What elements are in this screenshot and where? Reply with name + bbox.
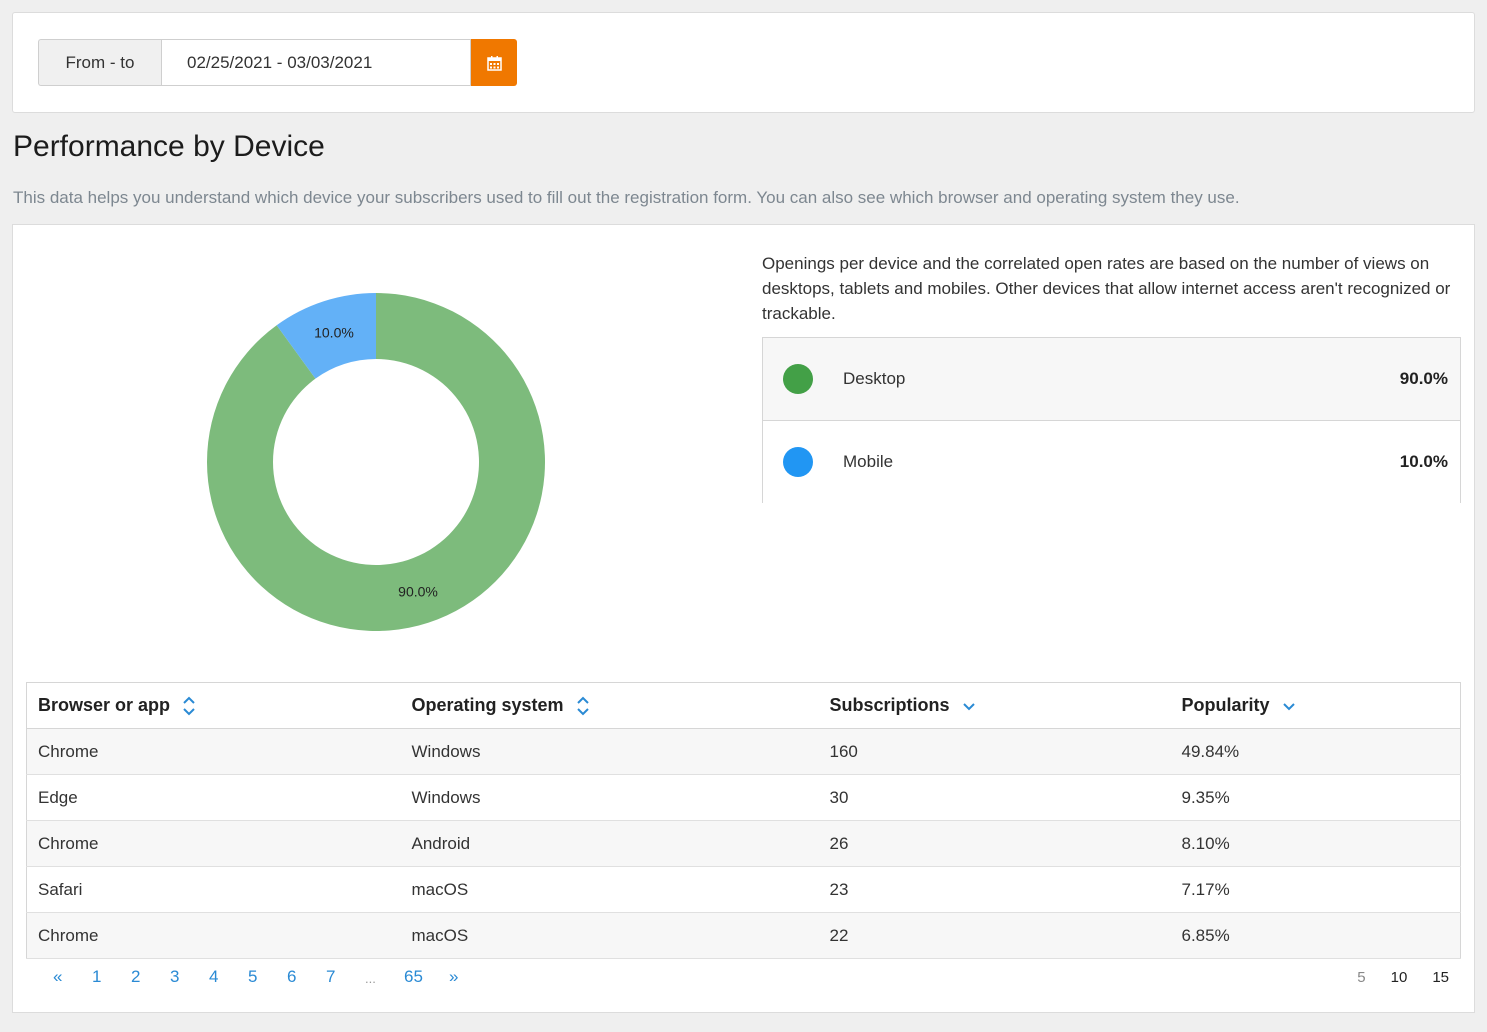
header-browser[interactable]: Browser or app [26,682,401,729]
page-description: This data helps you understand which dev… [13,188,1240,207]
page-link[interactable]: 1 [92,967,131,987]
table-row: Chrome Windows 160 49.84% [26,728,1461,775]
page-title: Performance by Device [13,130,325,163]
cell-popularity: 9.35% [1170,774,1461,821]
table-header-row: Browser or app Operating system Subscrip… [26,682,1461,729]
header-label: Subscriptions [829,695,950,715]
table-row: Edge Windows 30 9.35% [26,774,1461,821]
cell-browser: Safari [26,866,401,913]
sort-both-icon[interactable] [576,694,590,718]
header-subscriptions[interactable]: Subscriptions [818,682,1171,729]
sort-down-icon[interactable] [1282,699,1296,713]
cell-popularity: 8.10% [1170,820,1461,867]
cell-popularity: 49.84% [1170,728,1461,775]
date-filter-card: From - to 02/25/2021 - 03/03/2021 [12,12,1475,113]
legend-row-desktop: Desktop 90.0% [763,338,1460,421]
header-os[interactable]: Operating system [400,682,819,729]
donut-label-desktop: 90.0% [398,583,438,599]
cell-browser: Chrome [26,728,401,775]
from-to-label: From - to [38,39,161,86]
legend-name: Desktop [843,369,906,388]
per-page-option[interactable]: 10 [1391,969,1408,986]
pagination-ellipsis: ... [365,971,376,986]
browser-os-table: Browser or app Operating system Subscrip… [26,682,1461,959]
donut-svg: 90.0% 10.0% [206,293,545,631]
sort-both-icon[interactable] [182,694,196,718]
cell-popularity: 6.85% [1170,912,1461,959]
date-range-input[interactable]: 02/25/2021 - 03/03/2021 [161,39,471,86]
pagination-next[interactable]: » [449,967,488,987]
per-page-option[interactable]: 15 [1432,969,1449,986]
cell-os: macOS [400,866,819,913]
date-range-group: From - to 02/25/2021 - 03/03/2021 [38,39,517,86]
cell-os: macOS [400,912,819,959]
cell-os: Android [400,820,819,867]
cell-os: Windows [400,774,819,821]
mobile-color-dot [783,447,813,477]
per-page-selector: 5 10 15 [1332,969,1449,986]
header-label: Operating system [411,695,564,715]
header-label: Popularity [1181,695,1270,715]
legend-value: 10.0% [1399,452,1448,471]
page-link[interactable]: 3 [170,967,209,987]
table-row: Safari macOS 23 7.17% [26,866,1461,913]
page-link[interactable]: 6 [287,967,326,987]
device-donut-chart: 90.0% 10.0% [206,293,545,631]
cell-popularity: 7.17% [1170,866,1461,913]
page-link-last[interactable]: 65 [404,967,449,987]
sort-down-icon[interactable] [962,699,976,713]
cell-subscriptions: 160 [818,728,1171,775]
cell-browser: Edge [26,774,401,821]
table-row: Chrome macOS 22 6.85% [26,912,1461,959]
page-link[interactable]: 4 [209,967,248,987]
legend-name: Mobile [843,452,894,471]
cell-os: Windows [400,728,819,775]
cell-browser: Chrome [26,820,401,867]
device-performance-card: 90.0% 10.0% Openings per device and the c… [12,224,1475,1013]
calendar-button[interactable] [471,39,517,86]
device-legend: Desktop 90.0% Mobile 10.0% [762,337,1461,503]
cell-subscriptions: 23 [818,866,1171,913]
page-link[interactable]: 5 [248,967,287,987]
page-link[interactable]: 7 [326,967,365,987]
donut-label-mobile: 10.0% [314,325,354,341]
desktop-color-dot [783,364,813,394]
cell-browser: Chrome [26,912,401,959]
calendar-icon [486,55,502,71]
table-row: Chrome Android 26 8.10% [26,820,1461,867]
page-link[interactable]: 2 [131,967,170,987]
cell-subscriptions: 22 [818,912,1171,959]
pagination: « 1 2 3 4 5 6 7 ... 65 » [53,967,488,987]
cell-subscriptions: 26 [818,820,1171,867]
header-popularity[interactable]: Popularity [1170,682,1461,729]
per-page-option[interactable]: 5 [1357,969,1365,986]
cell-subscriptions: 30 [818,774,1171,821]
device-info-text: Openings per device and the correlated o… [762,254,1451,323]
header-label: Browser or app [38,695,171,715]
legend-row-mobile: Mobile 10.0% [763,421,1460,503]
pagination-prev[interactable]: « [53,967,92,987]
legend-value: 90.0% [1399,369,1448,388]
